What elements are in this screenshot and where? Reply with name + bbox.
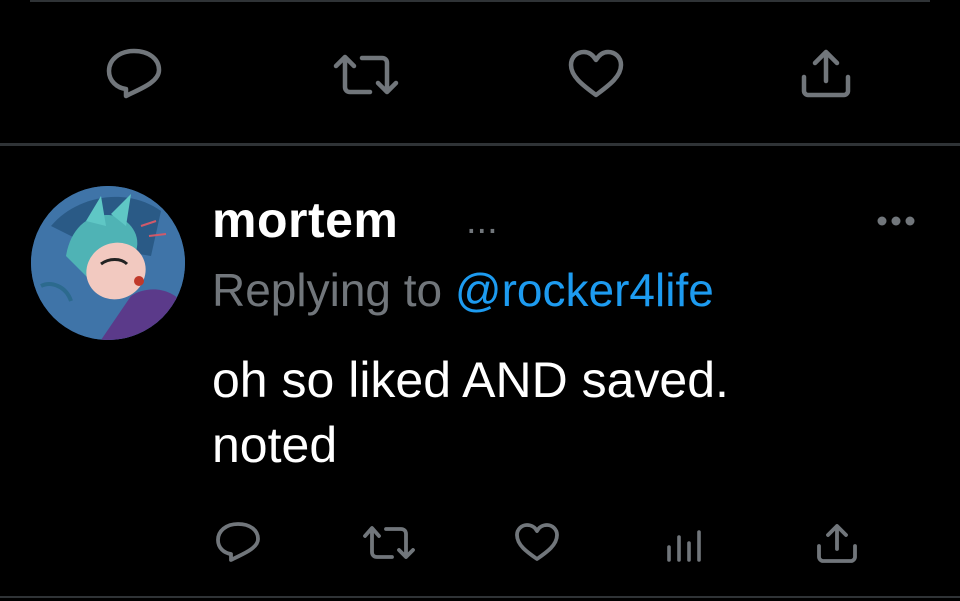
tweet-text-line: oh so liked AND saved. (212, 352, 729, 408)
author-name[interactable]: mortem (212, 190, 398, 250)
avatar[interactable] (31, 186, 185, 340)
reply-icon[interactable] (104, 47, 164, 99)
analytics-icon[interactable] (665, 529, 707, 563)
replying-to-label: Replying to (212, 264, 443, 316)
retweet-icon[interactable] (362, 525, 416, 561)
replying-to-line: Replying to @rocker4life (212, 262, 714, 318)
more-options-icon[interactable] (876, 214, 916, 233)
tweet-text: oh so liked AND saved. noted (212, 348, 912, 478)
retweet-icon[interactable] (332, 53, 400, 97)
author-handle-truncated: ... (466, 200, 498, 242)
bottom-border (0, 596, 960, 598)
top-border (30, 0, 930, 2)
tweet-text-line: noted (212, 417, 338, 473)
reply-icon[interactable] (215, 521, 261, 563)
heart-icon[interactable] (514, 522, 560, 562)
share-icon[interactable] (800, 47, 852, 99)
heart-icon[interactable] (567, 49, 625, 99)
share-icon[interactable] (816, 522, 858, 564)
tweet-divider (0, 143, 960, 146)
mention-link[interactable]: @rocker4life (455, 264, 714, 316)
